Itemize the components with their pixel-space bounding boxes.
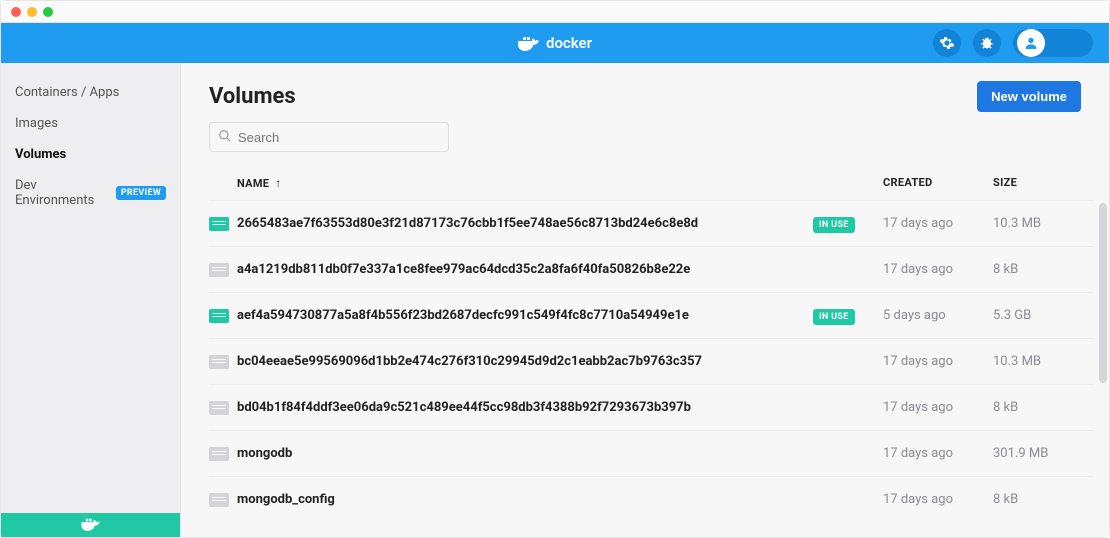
- whale-icon: [518, 35, 540, 51]
- volume-icon: [209, 401, 229, 415]
- sidebar-item-images[interactable]: Images: [1, 108, 180, 139]
- volume-name: a4a1219db811db0f7e337a1ce8fee979ac64dcd3…: [237, 262, 690, 277]
- sidebar-item-dev-environments[interactable]: Dev Environments PREVIEW: [1, 170, 180, 216]
- volume-size: 10.3 MB: [993, 216, 1093, 231]
- sidebar-item-volumes[interactable]: Volumes: [1, 139, 180, 170]
- window-close-dot[interactable]: [11, 7, 21, 17]
- search-box[interactable]: [209, 122, 449, 152]
- account-menu[interactable]: [1013, 29, 1093, 57]
- table-row[interactable]: mongodb 17 days ago301.9 MB: [209, 430, 1093, 476]
- volume-name: aef4a594730877a5a8f4b556f23bd2687decfc99…: [237, 308, 689, 323]
- main-header: Volumes New volume: [181, 63, 1109, 122]
- table-row[interactable]: bc04eeae5e99569096d1bb2e474c276f310c2994…: [209, 338, 1093, 384]
- sidebar-item-label: Containers / Apps: [15, 85, 119, 100]
- header-created[interactable]: CREATED: [883, 176, 993, 190]
- volume-icon: [209, 217, 229, 231]
- account-avatar: [1017, 29, 1045, 57]
- volume-size: 8 kB: [993, 492, 1093, 507]
- sort-ascending-icon: ↑: [275, 176, 281, 190]
- troubleshoot-button[interactable]: [973, 29, 1001, 57]
- table-row[interactable]: 2665483ae7f63553d80e3f21d87173c76cbb1f5e…: [209, 200, 1093, 246]
- volume-created: 17 days ago: [883, 262, 993, 277]
- volume-icon: [209, 493, 229, 507]
- volume-size: 8 kB: [993, 400, 1093, 415]
- whale-icon: [81, 516, 101, 535]
- gear-icon: [939, 35, 955, 51]
- header-name[interactable]: NAME ↑: [237, 176, 813, 190]
- volume-created: 17 days ago: [883, 354, 993, 369]
- volumes-table: NAME ↑ CREATED SIZE 2665483ae7f63553d80e…: [181, 166, 1109, 537]
- volume-created: 17 days ago: [883, 446, 993, 461]
- scrollbar[interactable]: [1099, 203, 1107, 383]
- sidebar-item-label: Dev Environments: [15, 178, 110, 208]
- window-minimize-dot[interactable]: [27, 7, 37, 17]
- volume-icon: [209, 447, 229, 461]
- table-row[interactable]: aef4a594730877a5a8f4b556f23bd2687decfc99…: [209, 292, 1093, 338]
- table-header: NAME ↑ CREATED SIZE: [209, 166, 1093, 200]
- person-icon: [1023, 35, 1039, 51]
- new-volume-button[interactable]: New volume: [977, 81, 1081, 112]
- in-use-badge: IN USE: [813, 309, 855, 325]
- volume-size: 5.3 GB: [993, 308, 1093, 323]
- page-title: Volumes: [209, 84, 296, 109]
- sidebar: Containers / Apps Images Volumes Dev Env…: [1, 63, 181, 537]
- volume-icon: [209, 263, 229, 277]
- sidebar-footer[interactable]: [1, 513, 180, 537]
- volume-name: mongodb: [237, 446, 292, 461]
- volume-created: 17 days ago: [883, 492, 993, 507]
- volume-size: 8 kB: [993, 262, 1093, 277]
- volume-created: 17 days ago: [883, 400, 993, 415]
- preview-badge: PREVIEW: [116, 186, 166, 200]
- in-use-badge: IN USE: [813, 217, 855, 233]
- table-row[interactable]: bd04b1f84f4ddf3ee06da9c521c489ee44f5cc98…: [209, 384, 1093, 430]
- app-logo: docker: [518, 34, 592, 52]
- table-row[interactable]: a4a1219db811db0f7e337a1ce8fee979ac64dcd3…: [209, 246, 1093, 292]
- topbar-actions: [933, 29, 1093, 57]
- volume-size: 301.9 MB: [993, 446, 1093, 461]
- volume-name: bc04eeae5e99569096d1bb2e474c276f310c2994…: [237, 354, 702, 369]
- settings-button[interactable]: [933, 29, 961, 57]
- search-input[interactable]: [238, 130, 440, 145]
- app-name: docker: [546, 34, 592, 52]
- volume-name: bd04b1f84f4ddf3ee06da9c521c489ee44f5cc98…: [237, 400, 691, 415]
- volume-icon: [209, 355, 229, 369]
- volume-size: 10.3 MB: [993, 354, 1093, 369]
- topbar: docker: [1, 23, 1109, 63]
- table-row[interactable]: mongodb_config 17 days ago8 kB: [209, 476, 1093, 522]
- volume-name: mongodb_config: [237, 492, 335, 507]
- volume-name: 2665483ae7f63553d80e3f21d87173c76cbb1f5e…: [237, 216, 698, 231]
- sidebar-item-containers[interactable]: Containers / Apps: [1, 77, 180, 108]
- window-titlebar: [1, 1, 1109, 23]
- bug-icon: [979, 35, 995, 51]
- search-icon: [218, 128, 232, 147]
- header-size[interactable]: SIZE: [993, 176, 1093, 190]
- volume-created: 5 days ago: [883, 308, 993, 323]
- window-zoom-dot[interactable]: [43, 7, 53, 17]
- volume-icon: [209, 309, 229, 323]
- sidebar-item-label: Volumes: [15, 147, 66, 162]
- volume-created: 17 days ago: [883, 216, 993, 231]
- sidebar-item-label: Images: [15, 116, 58, 131]
